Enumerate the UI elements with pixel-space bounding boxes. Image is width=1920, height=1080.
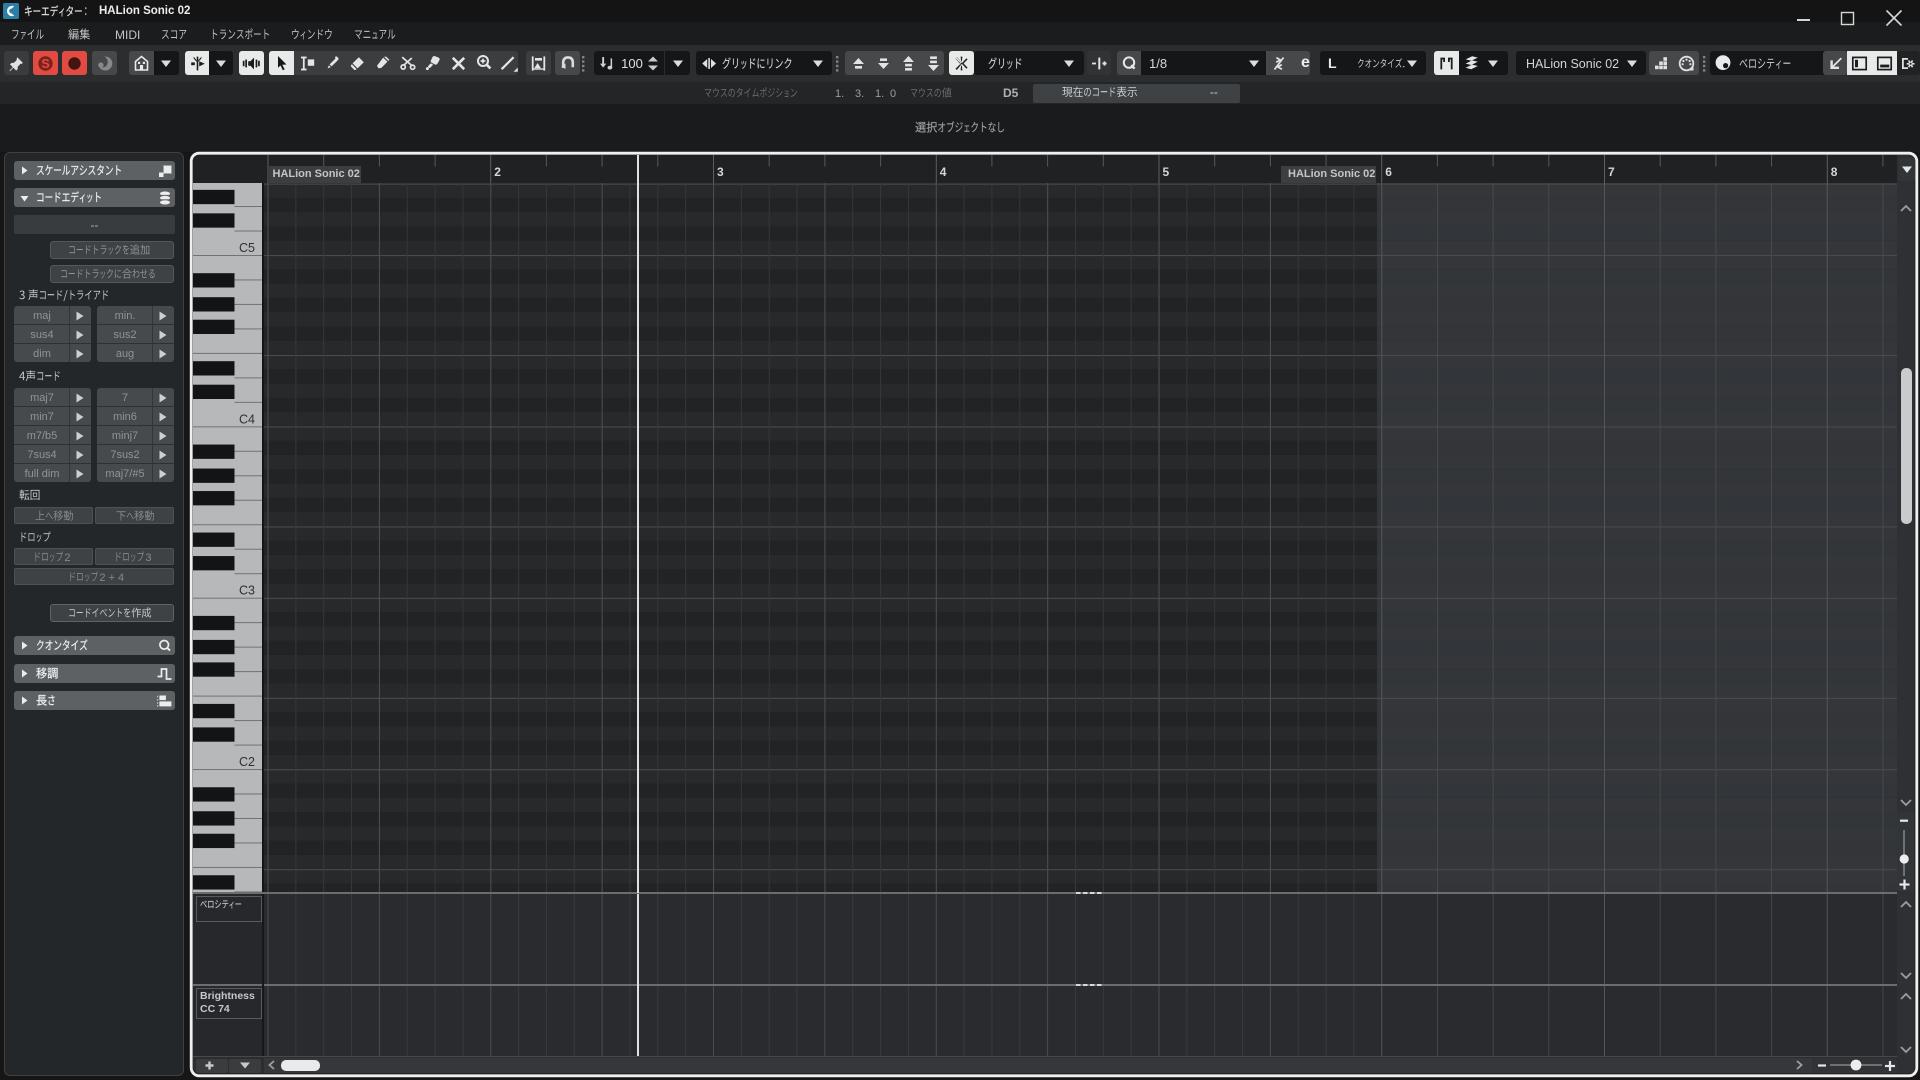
svg-text:S: S — [41, 57, 49, 71]
